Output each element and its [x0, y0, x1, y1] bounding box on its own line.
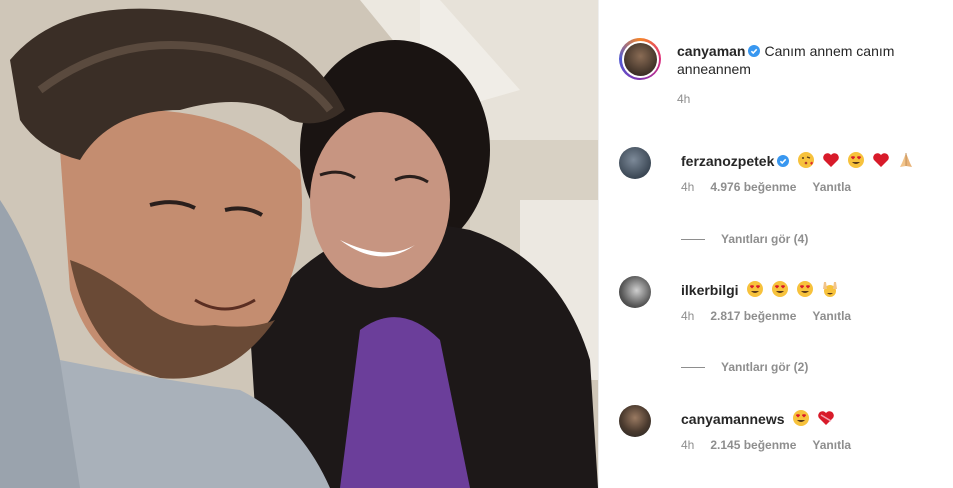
comment-meta: 4h 4.976 beğenme Yanıtla [681, 180, 918, 194]
comment-meta: 4h 2.817 beğenme Yanıtla [681, 309, 851, 323]
comment-likes[interactable]: 4.976 beğenme [710, 180, 796, 194]
post-photo-illustration [0, 0, 598, 488]
comment-item: ilkerbilgi 4h 2.817 beğenme Yanıtla [619, 276, 947, 323]
red-heart-icon [823, 153, 839, 167]
comment-meta: 4h 2.145 beğenme Yanıtla [681, 438, 851, 452]
comment-time[interactable]: 4h [681, 309, 694, 323]
raising-hands-icon [823, 282, 838, 297]
heart-eyes-icon [797, 281, 814, 297]
folded-hands-icon [899, 153, 912, 167]
caption-text: canyaman Canım annem canım anneannem [677, 42, 947, 78]
replies-divider [681, 238, 705, 240]
heart-eyes-icon [848, 152, 865, 168]
reply-button[interactable]: Yanıtla [812, 309, 851, 323]
view-replies-label: Yanıtları gör (2) [721, 360, 809, 374]
comment-time[interactable]: 4h [681, 438, 694, 452]
comment-text: ferzanozpetek [681, 151, 918, 170]
caption-meta: 4h [677, 92, 947, 106]
red-heart-icon [873, 153, 889, 167]
caption-time[interactable]: 4h [677, 92, 690, 106]
verified-badge-icon [777, 155, 790, 167]
commenter-username[interactable]: canyamannews [681, 411, 785, 427]
commenter-username[interactable]: ilkerbilgi [681, 282, 739, 298]
author-avatar[interactable] [619, 38, 661, 80]
comment-time[interactable]: 4h [681, 180, 694, 194]
commenter-avatar[interactable] [619, 147, 651, 179]
comment-likes[interactable]: 2.817 beğenme [710, 309, 796, 323]
view-replies-label: Yanıtları gör (4) [721, 232, 809, 246]
comment-item: canyamannews 4h 2.145 beğenme Yanıtla [619, 405, 947, 452]
verified-badge-icon [748, 45, 761, 57]
post-photo[interactable] [0, 0, 598, 488]
view-replies-button[interactable]: Yanıtları gör (2) [681, 360, 808, 374]
face-blowing-kiss-icon [798, 152, 815, 168]
heart-with-ribbon-icon [818, 411, 835, 425]
view-replies-button[interactable]: Yanıtları gör (4) [681, 232, 808, 246]
reply-button[interactable]: Yanıtla [812, 438, 851, 452]
commenter-username[interactable]: ferzanozpetek [681, 153, 774, 169]
commenter-avatar[interactable] [619, 276, 651, 308]
replies-divider [681, 366, 705, 368]
commenter-avatar[interactable] [619, 405, 651, 437]
comment-likes[interactable]: 2.145 beğenme [710, 438, 796, 452]
heart-eyes-icon [772, 281, 789, 297]
comments-panel: canyaman Canım annem canım anneannem 4h f… [598, 0, 953, 488]
heart-eyes-icon [793, 410, 810, 426]
comment-text: ilkerbilgi [681, 280, 851, 299]
reply-button[interactable]: Yanıtla [812, 180, 851, 194]
heart-eyes-icon [747, 281, 764, 297]
comment-item: ferzanozpetek 4h 4.976 beğenme Yanıtla [619, 147, 947, 194]
comment-text: canyamannews [681, 409, 851, 428]
caption-row: canyaman Canım annem canım anneannem 4h [619, 38, 947, 106]
author-username[interactable]: canyaman [677, 43, 745, 59]
